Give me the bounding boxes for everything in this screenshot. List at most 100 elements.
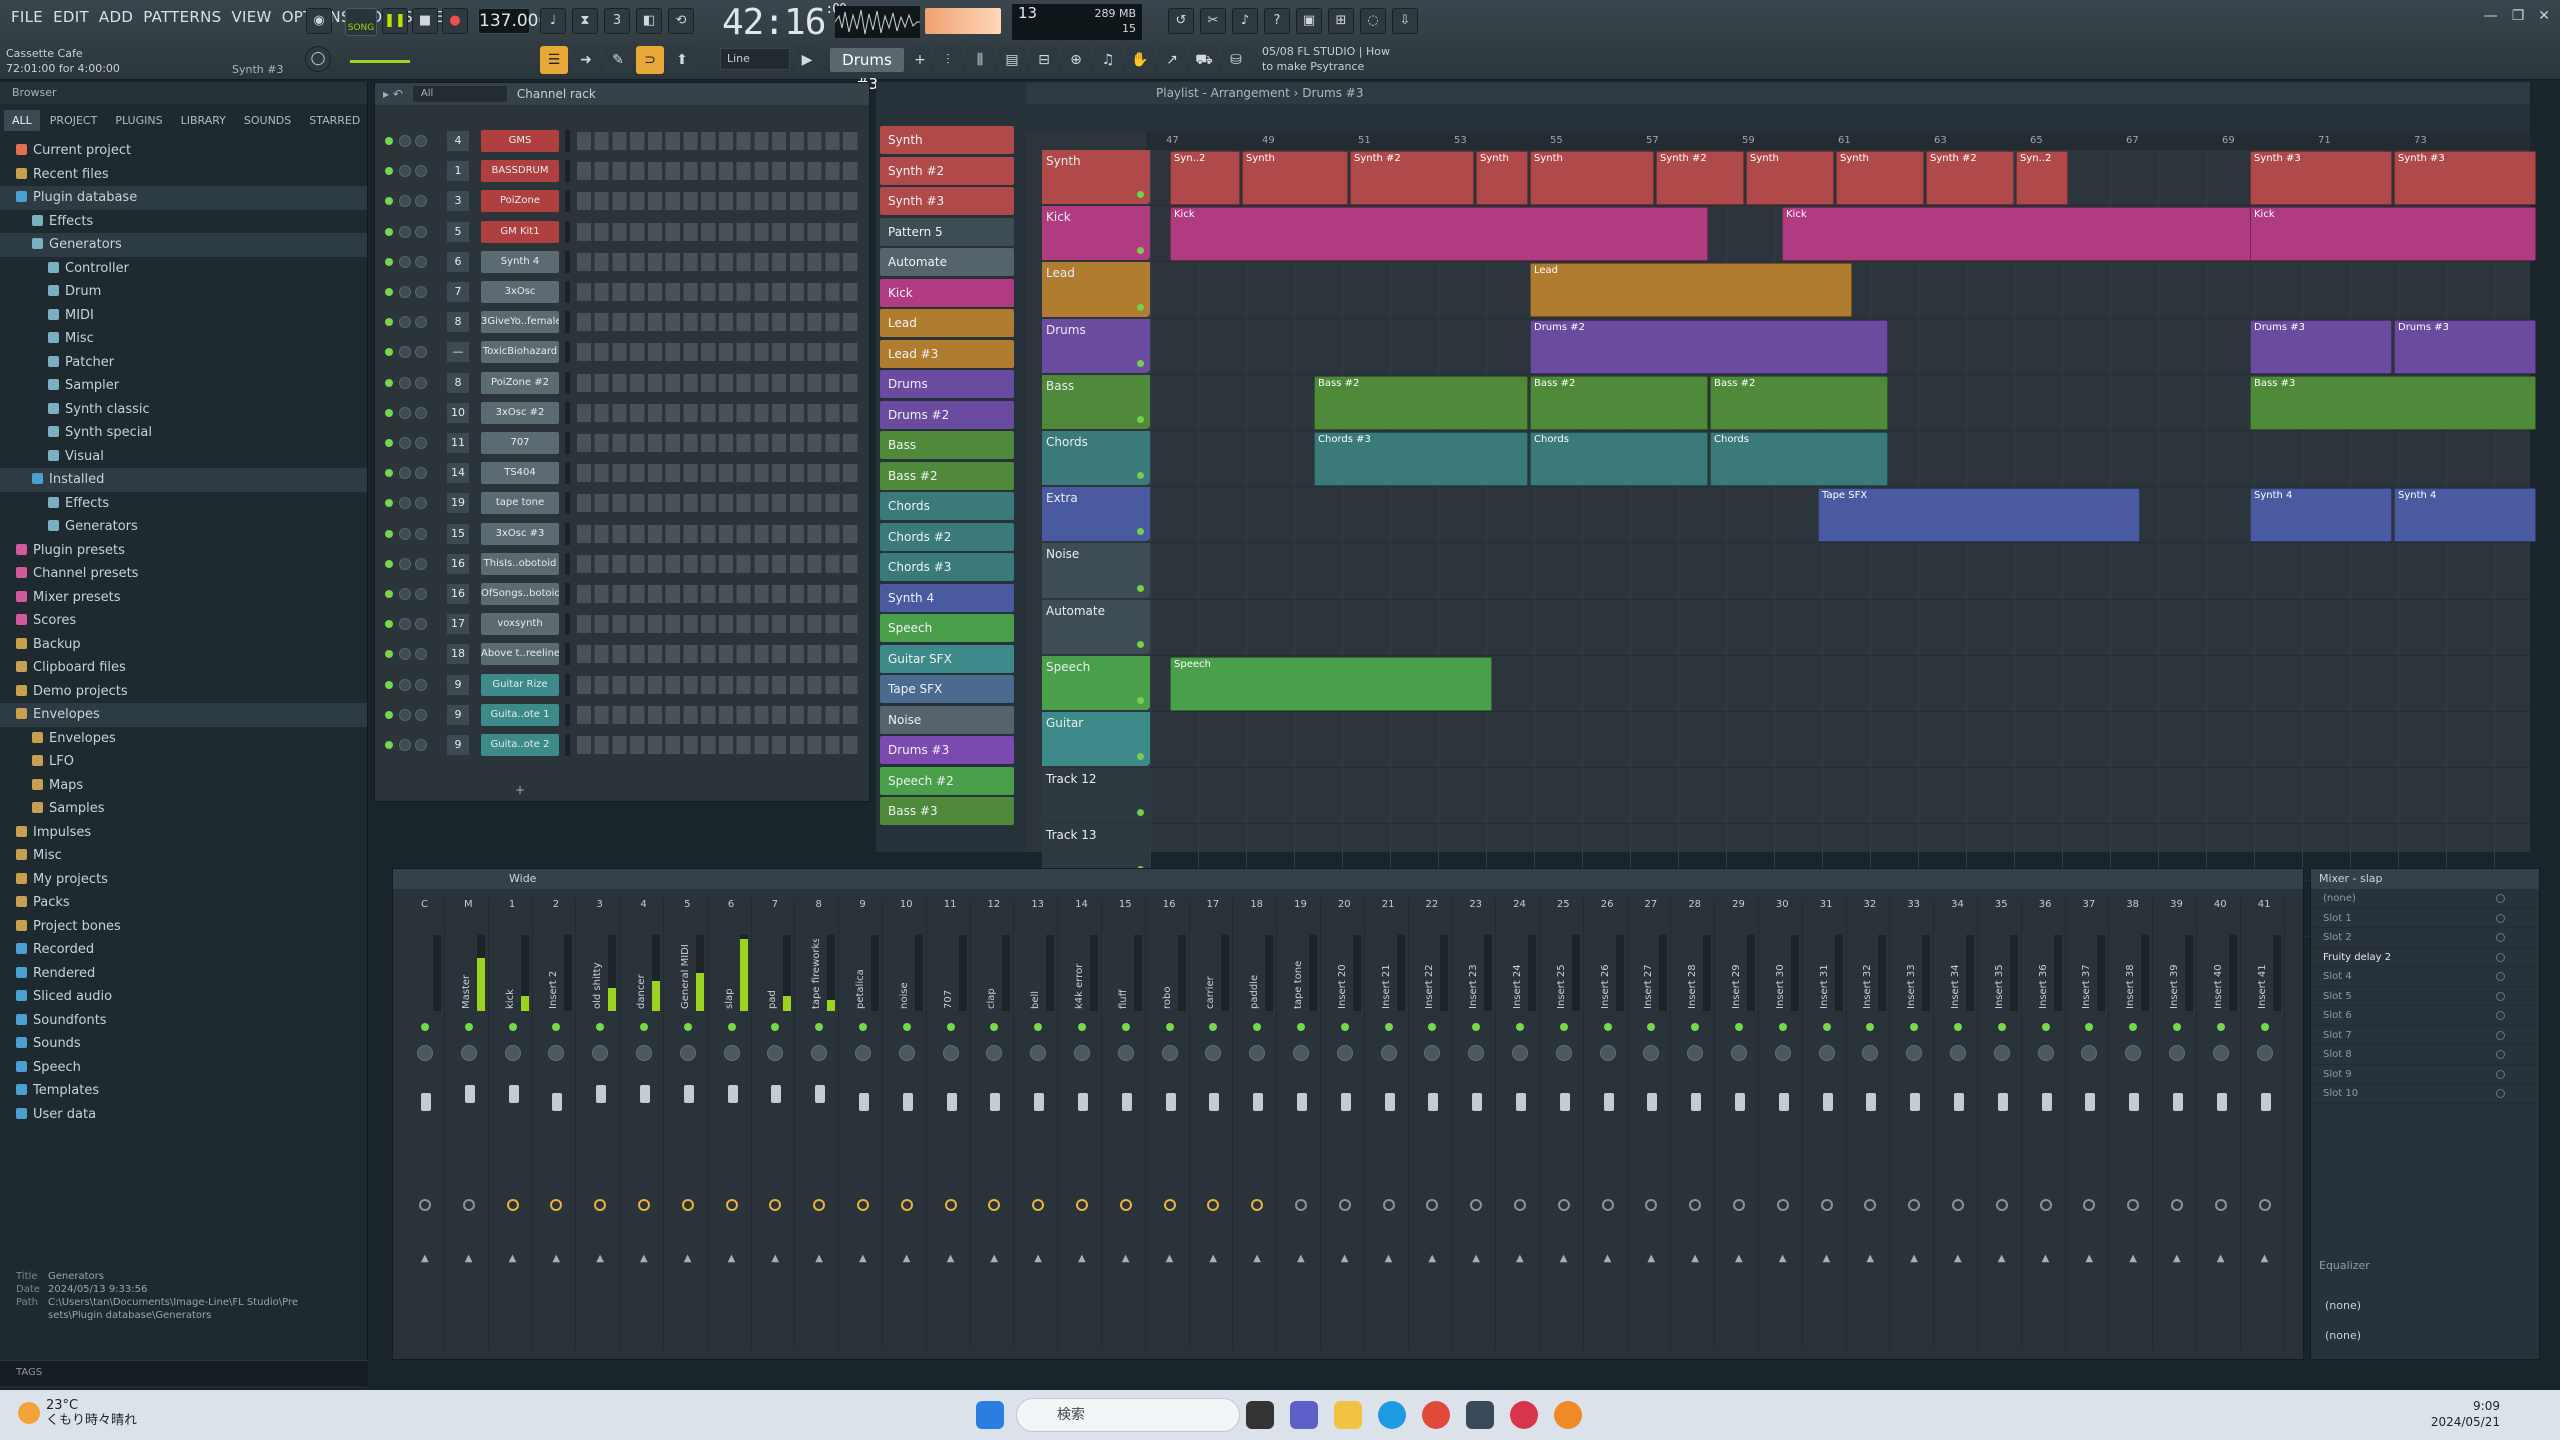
- channel-filter-select[interactable]: All: [412, 86, 507, 102]
- channel-select-indicator[interactable]: [565, 673, 570, 696]
- route-arrow-icon[interactable]: ▲: [2217, 1253, 2225, 1264]
- pattern-item[interactable]: Drums: [880, 370, 1014, 398]
- channel-select-indicator[interactable]: [565, 492, 570, 515]
- playlist-view-icon[interactable]: ☰: [540, 46, 568, 74]
- pattern-clip[interactable]: Synth #2: [1656, 151, 1744, 205]
- channel-mixer-track[interactable]: 8: [447, 372, 469, 393]
- pattern-clip[interactable]: Synth #2: [1350, 151, 1474, 205]
- mixer-route-knob[interactable]: [1645, 1199, 1658, 1211]
- pattern-item[interactable]: Pattern 5: [880, 217, 1014, 246]
- mixer-strip[interactable]: 2 Insert 2 ▲: [536, 899, 577, 1349]
- mixer-strip[interactable]: 28 Insert 28 ▲: [1675, 899, 1716, 1349]
- channel-row[interactable]: 16 ThisIs..obotoid: [381, 550, 865, 578]
- mixer-strip[interactable]: 31 Insert 31 ▲: [1807, 899, 1847, 1349]
- effect-slot[interactable]: Slot 7: [2311, 1026, 2539, 1045]
- browser-item[interactable]: Installed: [0, 468, 367, 492]
- channel-pan-knob[interactable]: [399, 588, 411, 600]
- channel-pan-knob[interactable]: [399, 346, 411, 359]
- fl-studio-icon[interactable]: [1554, 1401, 1582, 1429]
- route-arrow-icon[interactable]: ▲: [1209, 1253, 1217, 1264]
- channel-volume-knob[interactable]: [415, 437, 427, 449]
- channel-enabled-led[interactable]: [385, 167, 393, 176]
- song-mode-button[interactable]: SONG: [345, 8, 377, 36]
- mixer-volume-fader[interactable]: [902, 1093, 913, 1111]
- browser-tab-library[interactable]: LIBRARY: [173, 110, 234, 131]
- route-arrow-icon[interactable]: ▲: [1823, 1253, 1831, 1264]
- channel-volume-knob[interactable]: [415, 376, 427, 389]
- mixer-pan-knob[interactable]: [1774, 1045, 1791, 1061]
- step-sequencer[interactable]: [577, 192, 861, 211]
- mixer-volume-fader[interactable]: [1384, 1093, 1395, 1111]
- mixer-volume-fader[interactable]: [1691, 1093, 1702, 1111]
- route-arrow-icon[interactable]: ▲: [1385, 1253, 1393, 1264]
- cart-icon[interactable]: ⛟: [1190, 46, 1218, 74]
- mixer-route-knob[interactable]: [1514, 1199, 1526, 1211]
- browser-item[interactable]: Synth classic: [0, 398, 367, 422]
- step-sequencer[interactable]: [577, 434, 861, 452]
- mixer-route-knob[interactable]: [1601, 1199, 1614, 1211]
- mixer-strip[interactable]: 39 Insert 39 ▲: [2157, 899, 2197, 1349]
- mixer-strip[interactable]: 22 Insert 22 ▲: [1412, 899, 1453, 1349]
- browser-item[interactable]: Plugin database: [0, 186, 367, 210]
- pattern-item[interactable]: Chords #2: [880, 522, 1014, 551]
- channel-name-button[interactable]: TS404: [481, 462, 559, 485]
- route-arrow-icon[interactable]: ▲: [815, 1253, 823, 1264]
- route-arrow-icon[interactable]: ▲: [1166, 1253, 1174, 1264]
- channel-pan-knob[interactable]: [399, 467, 411, 480]
- mixer-enable-led[interactable]: [2041, 1023, 2050, 1031]
- channel-select-indicator[interactable]: [565, 401, 570, 424]
- channel-row[interactable]: — ToxicBiohazard: [381, 338, 865, 366]
- step-sequencer[interactable]: [577, 283, 861, 301]
- browser-item[interactable]: Templates: [0, 1079, 367, 1103]
- pattern-clip[interactable]: Bass #3: [2250, 375, 2536, 430]
- channel-volume-knob[interactable]: [415, 557, 427, 570]
- pattern-clip[interactable]: Kick: [1170, 207, 1708, 262]
- media-icon[interactable]: [1510, 1401, 1538, 1429]
- mixer-volume-fader[interactable]: [2041, 1093, 2052, 1111]
- browser-item[interactable]: Controller: [0, 257, 367, 281]
- channel-volume-knob[interactable]: [415, 467, 427, 480]
- effect-slot[interactable]: Slot 10: [2311, 1084, 2539, 1104]
- countdown-icon[interactable]: 3: [604, 8, 630, 34]
- browser-item[interactable]: Generators: [0, 515, 367, 539]
- channel-select-indicator[interactable]: [565, 160, 570, 183]
- browser-tab-all[interactable]: ALL: [4, 110, 40, 131]
- menu-file[interactable]: FILE: [6, 8, 48, 26]
- mixer-volume-fader[interactable]: [1910, 1093, 1921, 1111]
- channel-volume-knob[interactable]: [415, 406, 427, 419]
- slot-mix-knob[interactable]: [2496, 991, 2505, 1001]
- mixer-strip[interactable]: 16 robo ▲: [1150, 899, 1190, 1349]
- route-arrow-icon[interactable]: ▲: [1735, 1253, 1743, 1264]
- mixer-strip[interactable]: 37 Insert 37 ▲: [2069, 899, 2110, 1349]
- mixer-enable-led[interactable]: [815, 1023, 824, 1031]
- step-sequencer[interactable]: [577, 403, 861, 422]
- browser-item[interactable]: Backup: [0, 633, 367, 657]
- mixer-pan-knob[interactable]: [1380, 1045, 1397, 1061]
- channel-mixer-track[interactable]: 9: [447, 735, 469, 755]
- channel-mixer-track[interactable]: 1: [447, 161, 469, 182]
- mixer-enable-led[interactable]: [1559, 1023, 1568, 1031]
- mixer-enable-led[interactable]: [596, 1023, 605, 1031]
- channel-row[interactable]: 4 GMS: [381, 127, 865, 155]
- mixer-pan-knob[interactable]: [1161, 1045, 1178, 1061]
- browser-item[interactable]: Rendered: [0, 962, 367, 986]
- mixer-enable-led[interactable]: [1428, 1023, 1437, 1031]
- mixer-volume-fader[interactable]: [508, 1085, 519, 1103]
- pattern-item[interactable]: Chords #3: [880, 553, 1014, 581]
- mixer-volume-fader[interactable]: [1297, 1093, 1307, 1111]
- browser-item[interactable]: MIDI: [0, 304, 367, 328]
- track-header[interactable]: Lead: [1042, 262, 1150, 317]
- channel-pan-knob[interactable]: [399, 708, 411, 721]
- track-header[interactable]: Extra: [1042, 487, 1150, 542]
- pattern-item[interactable]: Speech #2: [880, 766, 1014, 795]
- channel-mixer-track[interactable]: 7: [447, 282, 469, 302]
- browser-item[interactable]: Packs: [0, 891, 367, 915]
- step-sequencer[interactable]: [577, 464, 861, 483]
- channel-mixer-track[interactable]: 9: [447, 704, 469, 725]
- channel-row[interactable]: 16 OfSongs..botoid: [381, 580, 865, 608]
- track-mute-led[interactable]: [1137, 584, 1144, 592]
- shop-icon[interactable]: ⛁: [1222, 46, 1250, 74]
- mixer-pan-knob[interactable]: [855, 1045, 871, 1061]
- mixer-enable-led[interactable]: [1954, 1023, 1962, 1031]
- channel-volume-knob[interactable]: [415, 618, 427, 631]
